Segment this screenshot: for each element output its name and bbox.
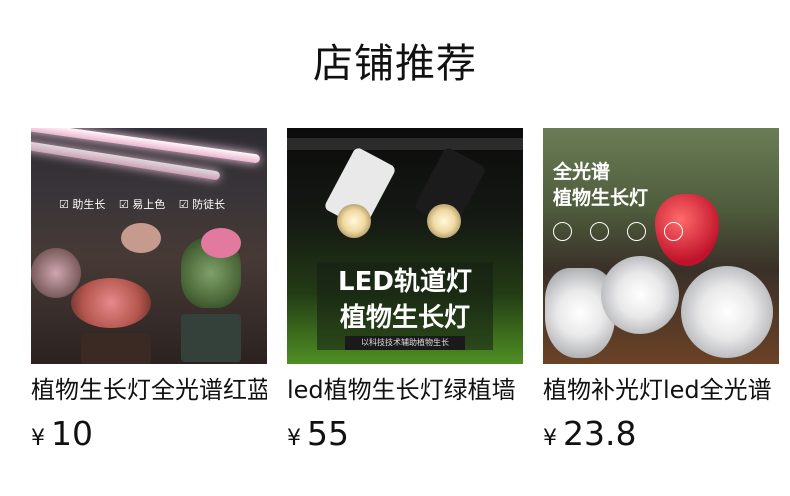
image-tagline: 以科技技术辅助植物生长 (345, 336, 465, 350)
feature-icons (553, 222, 701, 245)
clock-icon (553, 222, 572, 241)
product-image[interactable]: 全光谱 植物生长灯 (543, 128, 779, 364)
currency-symbol: ¥ (543, 426, 557, 451)
bulb-image (601, 256, 679, 334)
product-image[interactable]: LED轨道灯 植物生长灯 以科技技术辅助植物生长 (287, 128, 523, 364)
sun-icon (590, 222, 609, 241)
product-grid: ☑ 助生长 ☑ 易上色 ☑ 防徒长 植物生长灯全光谱红蓝 ¥10 LED轨道灯 (0, 0, 790, 496)
price-value: 10 (51, 414, 93, 453)
product-price: ¥55 (287, 414, 523, 454)
image-line2: 植物生长灯 (553, 187, 649, 209)
product-card[interactable]: 全光谱 植物生长灯 植物补光灯led全光谱 ¥23.8 (543, 128, 779, 454)
price-value: 23.8 (563, 414, 637, 453)
product-price: ¥10 (31, 414, 267, 454)
product-image[interactable]: ☑ 助生长 ☑ 易上色 ☑ 防徒长 (31, 128, 267, 364)
bulb-image (681, 266, 773, 358)
heat-icon (664, 222, 683, 241)
product-price: ¥23.8 (543, 414, 779, 454)
product-card[interactable]: ☑ 助生长 ☑ 易上色 ☑ 防徒长 植物生长灯全光谱红蓝 ¥10 (31, 128, 267, 454)
price-value: 55 (307, 414, 349, 453)
light-icon (627, 222, 646, 241)
product-card[interactable]: LED轨道灯 植物生长灯 以科技技术辅助植物生长 led植物生长灯绿植墙 ¥55 (287, 128, 523, 454)
currency-symbol: ¥ (31, 426, 45, 451)
feature-labels: ☑ 助生长 ☑ 易上色 ☑ 防徒长 (59, 198, 226, 211)
image-line1: LED轨道灯 (338, 267, 472, 297)
product-name[interactable]: 植物补光灯led全光谱 (543, 374, 779, 406)
image-line1: 全光谱 (553, 161, 611, 183)
product-name[interactable]: 植物生长灯全光谱红蓝 (31, 374, 267, 406)
product-name[interactable]: led植物生长灯绿植墙 (287, 374, 523, 406)
image-line2: 植物生长灯 (339, 303, 470, 333)
currency-symbol: ¥ (287, 426, 301, 451)
